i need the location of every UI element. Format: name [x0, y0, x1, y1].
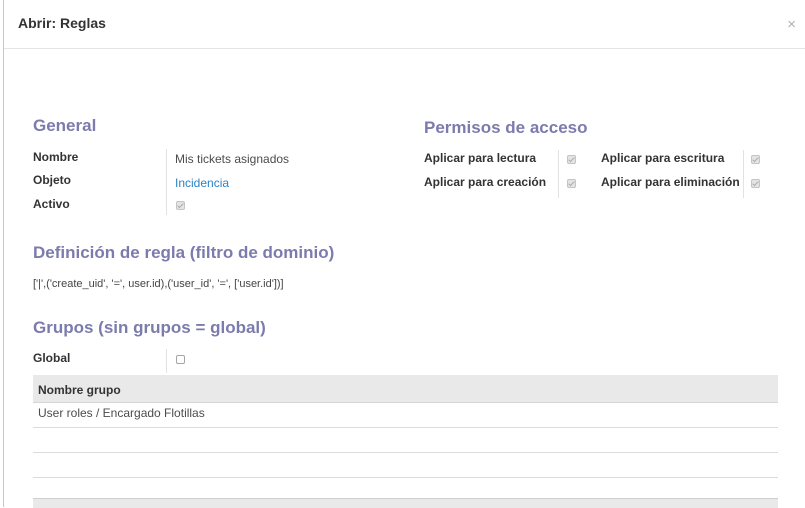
access-separator-right [743, 150, 744, 198]
read-label: Aplicar para lectura [424, 151, 537, 165]
global-label: Global [33, 351, 71, 365]
dialog-title: Abrir: Reglas [18, 15, 106, 31]
general-section-title: General [33, 116, 97, 135]
general-separator [166, 149, 167, 215]
group-name-column-header[interactable]: Nombre grupo [38, 383, 121, 397]
delete-label: Aplicar para eliminación [601, 175, 740, 189]
table-row [33, 428, 778, 453]
group-name-cell: User roles / Encargado Flotillas [38, 406, 205, 420]
rule-section-title: Definición de regla (filtro de dominio) [33, 243, 335, 262]
create-label: Aplicar para creación [424, 175, 547, 189]
domain-filter-text: ['|',('create_uid', '=', user.id),('user… [33, 278, 284, 290]
global-checkbox[interactable] [176, 355, 185, 364]
groups-table: Nombre grupo User roles / Encargado Flot… [33, 375, 778, 478]
close-icon[interactable]: × [787, 17, 796, 32]
name-value: Mis tickets asignados [175, 152, 290, 166]
write-checkbox[interactable] [751, 155, 760, 164]
object-link[interactable]: Incidencia [175, 176, 229, 190]
groups-section-title: Grupos (sin grupos = global) [33, 318, 266, 337]
table-row[interactable]: User roles / Encargado Flotillas [33, 403, 778, 428]
name-label: Nombre [33, 150, 79, 164]
active-label: Activo [33, 197, 70, 211]
read-checkbox[interactable] [567, 155, 576, 164]
global-separator [166, 349, 167, 373]
table-row [33, 453, 778, 478]
access-section-title: Permisos de acceso [424, 118, 588, 137]
groups-table-header: Nombre grupo [33, 375, 778, 403]
delete-checkbox[interactable] [751, 179, 760, 188]
write-label: Aplicar para escritura [601, 151, 725, 165]
dialog: Abrir: Reglas × General Nombre Mis ticke… [3, 0, 805, 508]
dialog-header: Abrir: Reglas × [4, 0, 805, 49]
object-label: Objeto [33, 173, 71, 187]
active-checkbox[interactable] [176, 201, 185, 210]
create-checkbox[interactable] [567, 179, 576, 188]
access-separator-left [558, 150, 559, 198]
